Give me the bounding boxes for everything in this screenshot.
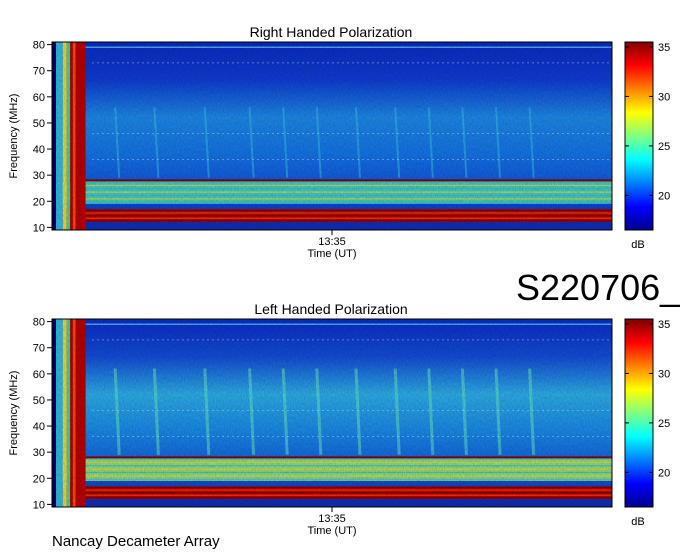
y-tick-label: 30 xyxy=(33,170,45,182)
colorbar-tick-label: 20 xyxy=(658,190,670,202)
colorbar: 20 25 30 35 dB xyxy=(624,41,670,251)
colorbar-tick-label: 30 xyxy=(658,368,670,380)
colorbar-tick-label: 35 xyxy=(658,42,670,54)
y-tick-label: 50 xyxy=(33,118,45,130)
footer-caption: Nancay Decameter Array xyxy=(52,533,220,550)
y-tick-label: 70 xyxy=(33,343,45,355)
heatmap-noise xyxy=(52,42,612,230)
spectrogram-panel-left: Left Handed Polarization 10 20 30 40 50 60 70 8… xyxy=(8,301,670,537)
spectrogram-panel-right: Right Handed Polarization 10 20 30 40 50 60 70… xyxy=(8,24,670,260)
y-axis-label: Frequency (MHz) xyxy=(8,94,20,179)
panel-title: Right Handed Polarization xyxy=(250,24,413,40)
y-tick-label: 60 xyxy=(33,92,45,104)
y-tick-label: 30 xyxy=(33,447,45,459)
colorbar-scale xyxy=(624,318,654,508)
y-tick-label: 50 xyxy=(33,395,45,407)
colorbar-scale xyxy=(624,41,654,231)
colorbar-tick-label: 25 xyxy=(658,418,670,430)
y-axis-label: Frequency (MHz) xyxy=(8,371,20,456)
y-tick-label: 40 xyxy=(33,144,45,156)
y-tick-label: 80 xyxy=(33,317,45,329)
x-axis-label: Time (UT) xyxy=(307,525,356,537)
y-tick-label: 70 xyxy=(33,66,45,78)
x-axis-label: Time (UT) xyxy=(307,248,356,260)
heatmap-noise xyxy=(52,319,612,507)
y-tick-label: 10 xyxy=(33,222,45,234)
y-tick-label: 10 xyxy=(33,499,45,511)
colorbar: 20 25 30 35 dB xyxy=(624,318,670,528)
y-axis: 10 20 30 40 50 60 70 80 xyxy=(33,40,52,234)
y-tick-label: 40 xyxy=(33,421,45,433)
y-tick-label: 20 xyxy=(33,196,45,208)
observation-id: S220706_ xyxy=(516,267,680,308)
y-axis: 10 20 30 40 50 60 70 80 xyxy=(33,317,52,511)
colorbar-tick-label: 30 xyxy=(658,91,670,103)
panel-title: Left Handed Polarization xyxy=(254,301,407,317)
x-tick-label: 13:35 xyxy=(318,513,346,525)
y-tick-label: 60 xyxy=(33,369,45,381)
y-tick-label: 80 xyxy=(33,40,45,52)
colorbar-label: dB xyxy=(631,239,644,251)
y-tick-label: 20 xyxy=(33,473,45,485)
colorbar-tick-label: 25 xyxy=(658,141,670,153)
heatmap-area xyxy=(51,41,613,231)
colorbar-tick-label: 20 xyxy=(658,467,670,479)
heatmap-area xyxy=(51,318,613,508)
colorbar-tick-label: 35 xyxy=(658,319,670,331)
x-tick-label: 13:35 xyxy=(318,236,346,248)
colorbar-label: dB xyxy=(631,516,644,528)
chart-canvas: Right Handed Polarization 10 20 30 40 50 60 70… xyxy=(8,24,680,550)
